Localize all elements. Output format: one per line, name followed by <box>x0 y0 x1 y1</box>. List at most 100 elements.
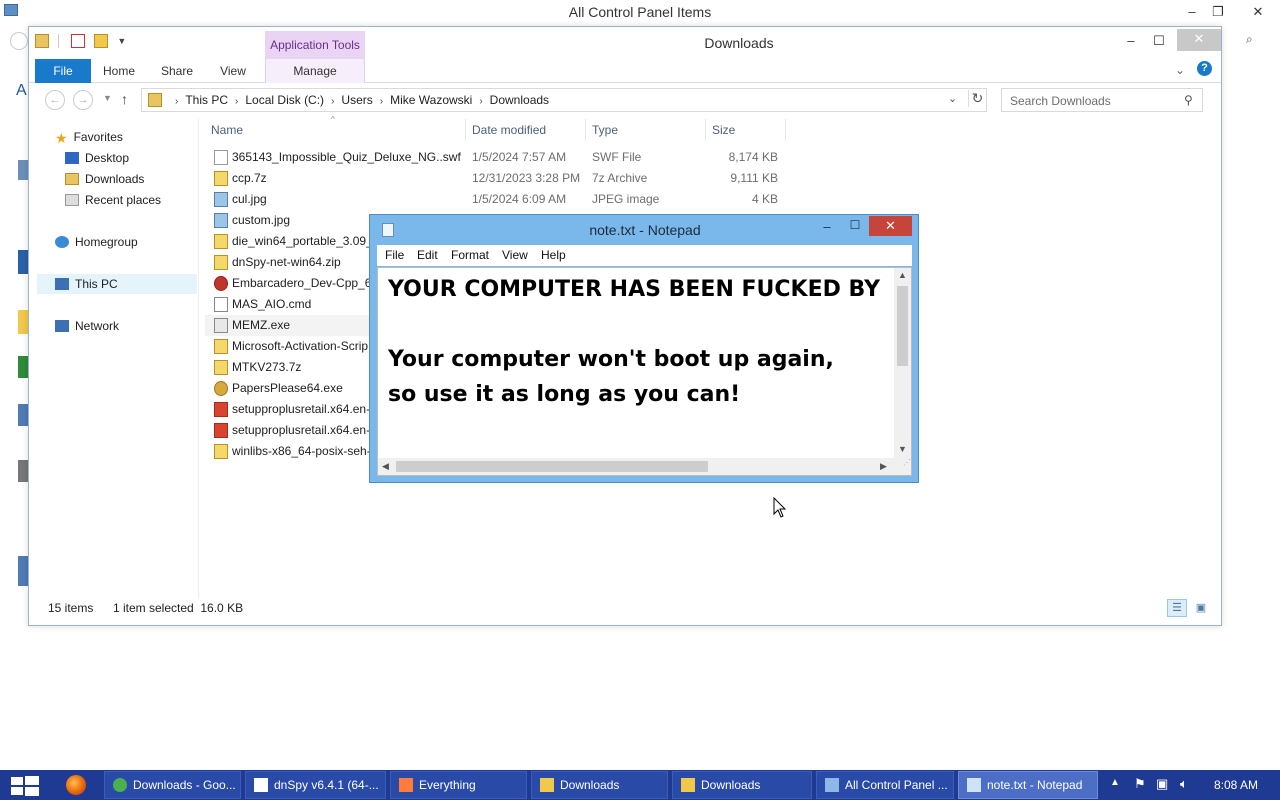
notepad-icon[interactable] <box>382 223 394 237</box>
nav-this-pc[interactable]: This PC <box>37 274 197 294</box>
back-button[interactable]: ← <box>45 90 65 110</box>
breadcrumb-users[interactable]: Users <box>341 93 372 107</box>
nav-recent-places[interactable]: Recent places <box>65 190 161 210</box>
notepad-close-button[interactable]: ✕ <box>869 216 912 236</box>
explorer-close-button[interactable]: ✕ <box>1177 29 1221 51</box>
sort-ascending-icon: ^ <box>331 115 335 124</box>
chevron-right-icon[interactable]: › <box>331 96 334 107</box>
taskbar-app-button[interactable]: dnSpy v6.4.1 (64-... <box>245 771 386 799</box>
folder-icon[interactable] <box>35 33 49 48</box>
navigation-pane: ★ Favorites Desktop Downloads Recent plac… <box>29 119 199 599</box>
menu-help[interactable]: Help <box>541 248 566 262</box>
dnspy-icon <box>254 778 268 792</box>
scroll-up-icon[interactable]: ▲ <box>898 270 907 280</box>
horizontal-scrollbar[interactable]: ◀ ▶ <box>378 458 894 475</box>
cp-search-icon[interactable]: ⌕ <box>1246 32 1253 47</box>
taskbar-app-button[interactable]: Downloads - Goo... <box>104 771 241 799</box>
resize-grip-icon[interactable]: ⋰ <box>894 458 911 475</box>
column-name[interactable]: Name <box>211 123 243 137</box>
vertical-scroll-thumb[interactable] <box>897 286 908 366</box>
scroll-left-icon[interactable]: ◀ <box>382 461 389 472</box>
network-tray-icon[interactable]: ▣ <box>1156 776 1168 792</box>
search-input[interactable]: Search Downloads ⚲ <box>1001 88 1203 112</box>
column-divider[interactable] <box>785 119 786 141</box>
help-icon[interactable]: ? <box>1197 61 1212 76</box>
forward-button[interactable]: → <box>73 90 93 110</box>
cp-close-button[interactable]: ✕ <box>1236 2 1280 22</box>
new-folder-icon[interactable] <box>94 33 109 48</box>
recent-locations-dropdown-icon[interactable]: ▼ <box>103 93 112 103</box>
nav-desktop[interactable]: Desktop <box>65 148 129 168</box>
start-button-windows-icon[interactable] <box>8 775 42 797</box>
address-dropdown-icon[interactable]: ⌄ <box>948 92 957 105</box>
notepad-maximize-button[interactable]: ☐ <box>844 218 866 236</box>
file-row[interactable]: ccp.7z 12/31/2023 3:28 PM 7z Archive 9,111 … <box>205 168 785 189</box>
details-view-icon[interactable]: ☰ <box>1167 599 1187 617</box>
archive-icon <box>214 171 228 186</box>
file-row[interactable]: cul.jpg 1/5/2024 6:09 AM JPEG image 4 KB <box>205 189 785 210</box>
status-bar: 15 items 1 item selected 16.0 KB ☰ ▣ <box>29 599 1221 621</box>
menu-view[interactable]: View <box>502 248 528 262</box>
ribbon-expand-chevron-icon[interactable]: ⌄ <box>1175 63 1185 77</box>
menu-file[interactable]: File <box>385 248 404 262</box>
chevron-right-icon[interactable]: › <box>175 96 178 107</box>
firefox-icon[interactable] <box>66 775 86 795</box>
notepad-minimize-button[interactable]: – <box>816 219 838 237</box>
tab-share[interactable]: Share <box>151 59 203 83</box>
refresh-icon[interactable]: ↻ <box>968 90 986 107</box>
nav-downloads[interactable]: Downloads <box>65 169 144 189</box>
column-divider[interactable] <box>465 119 466 141</box>
column-divider[interactable] <box>585 119 586 141</box>
taskbar-app-button[interactable]: note.txt - Notepad <box>958 771 1098 799</box>
column-size[interactable]: Size <box>712 123 735 137</box>
taskbar-app-button[interactable]: All Control Panel ... <box>816 771 954 799</box>
tab-file[interactable]: File <box>35 59 91 83</box>
notepad-titlebar[interactable]: note.txt - Notepad – ☐ ✕ <box>370 215 918 243</box>
qat-dropdown-icon[interactable]: ▼ <box>117 36 126 46</box>
tab-manage[interactable]: Manage <box>265 59 365 83</box>
large-icons-view-icon[interactable]: ▣ <box>1191 599 1211 617</box>
tab-view[interactable]: View <box>209 59 257 83</box>
properties-icon[interactable] <box>70 33 85 48</box>
column-type[interactable]: Type <box>592 123 618 137</box>
volume-muted-icon[interactable]: 🔈︎ <box>1180 776 1188 792</box>
scroll-right-icon[interactable]: ▶ <box>880 461 887 472</box>
file-row[interactable]: 365143_Impossible_Quiz_Deluxe_NG..swf 1/5… <box>205 147 785 168</box>
notepad-text-area[interactable]: YOUR COMPUTER HAS BEEN FUCKED BY Your co… <box>377 267 912 476</box>
clock[interactable]: 8:08 AM <box>1214 778 1258 792</box>
search-icon[interactable]: ⚲ <box>1184 93 1193 107</box>
tab-home[interactable]: Home <box>95 59 143 83</box>
chevron-right-icon[interactable]: › <box>380 96 383 107</box>
explorer-maximize-button[interactable]: ☐ <box>1145 31 1173 51</box>
file-size: 4 KB <box>751 192 778 206</box>
taskbar-app-button[interactable]: Downloads <box>531 771 668 799</box>
breadcrumb-downloads[interactable]: Downloads <box>490 93 549 107</box>
horizontal-scroll-thumb[interactable] <box>396 461 708 472</box>
explorer-minimize-button[interactable]: – <box>1117 31 1145 51</box>
breadcrumb-local-disk[interactable]: Local Disk (C:) <box>245 93 324 107</box>
cp-minimize-button[interactable]: – <box>1178 2 1206 22</box>
vertical-scrollbar[interactable]: ▲ ▼ <box>894 268 911 458</box>
breadcrumb: › This PC › Local Disk (C:) › Users › Mike Wazo… <box>168 93 549 107</box>
menu-edit[interactable]: Edit <box>417 248 438 262</box>
show-hidden-icons-icon[interactable]: ▲ <box>1110 777 1120 788</box>
nav-network[interactable]: Network <box>55 316 119 336</box>
breadcrumb-user[interactable]: Mike Wazowski <box>390 93 472 107</box>
column-divider[interactable] <box>705 119 706 141</box>
action-center-flag-icon[interactable]: ⚑ <box>1134 776 1146 792</box>
chevron-right-icon[interactable]: › <box>235 96 238 107</box>
scroll-down-icon[interactable]: ▼ <box>898 444 907 454</box>
up-button[interactable]: ↑ <box>121 91 128 107</box>
menu-format[interactable]: Format <box>451 248 489 262</box>
nav-favorites[interactable]: ★ Favorites <box>55 127 123 147</box>
cp-back-button[interactable] <box>10 32 28 50</box>
breadcrumb-this-pc[interactable]: This PC <box>185 93 228 107</box>
chevron-right-icon[interactable]: › <box>479 96 482 107</box>
nav-homegroup[interactable]: Homegroup <box>55 232 138 252</box>
column-date-modified[interactable]: Date modified <box>472 123 546 137</box>
note-content[interactable]: YOUR COMPUTER HAS BEEN FUCKED BY Your co… <box>388 272 888 412</box>
taskbar-app-button[interactable]: Downloads <box>672 771 812 799</box>
address-bar[interactable]: › This PC › Local Disk (C:) › Users › Mike Wazo… <box>141 88 987 112</box>
taskbar-app-button[interactable]: Everything <box>390 771 527 799</box>
cp-restore-button[interactable]: ❐ <box>1204 2 1232 22</box>
